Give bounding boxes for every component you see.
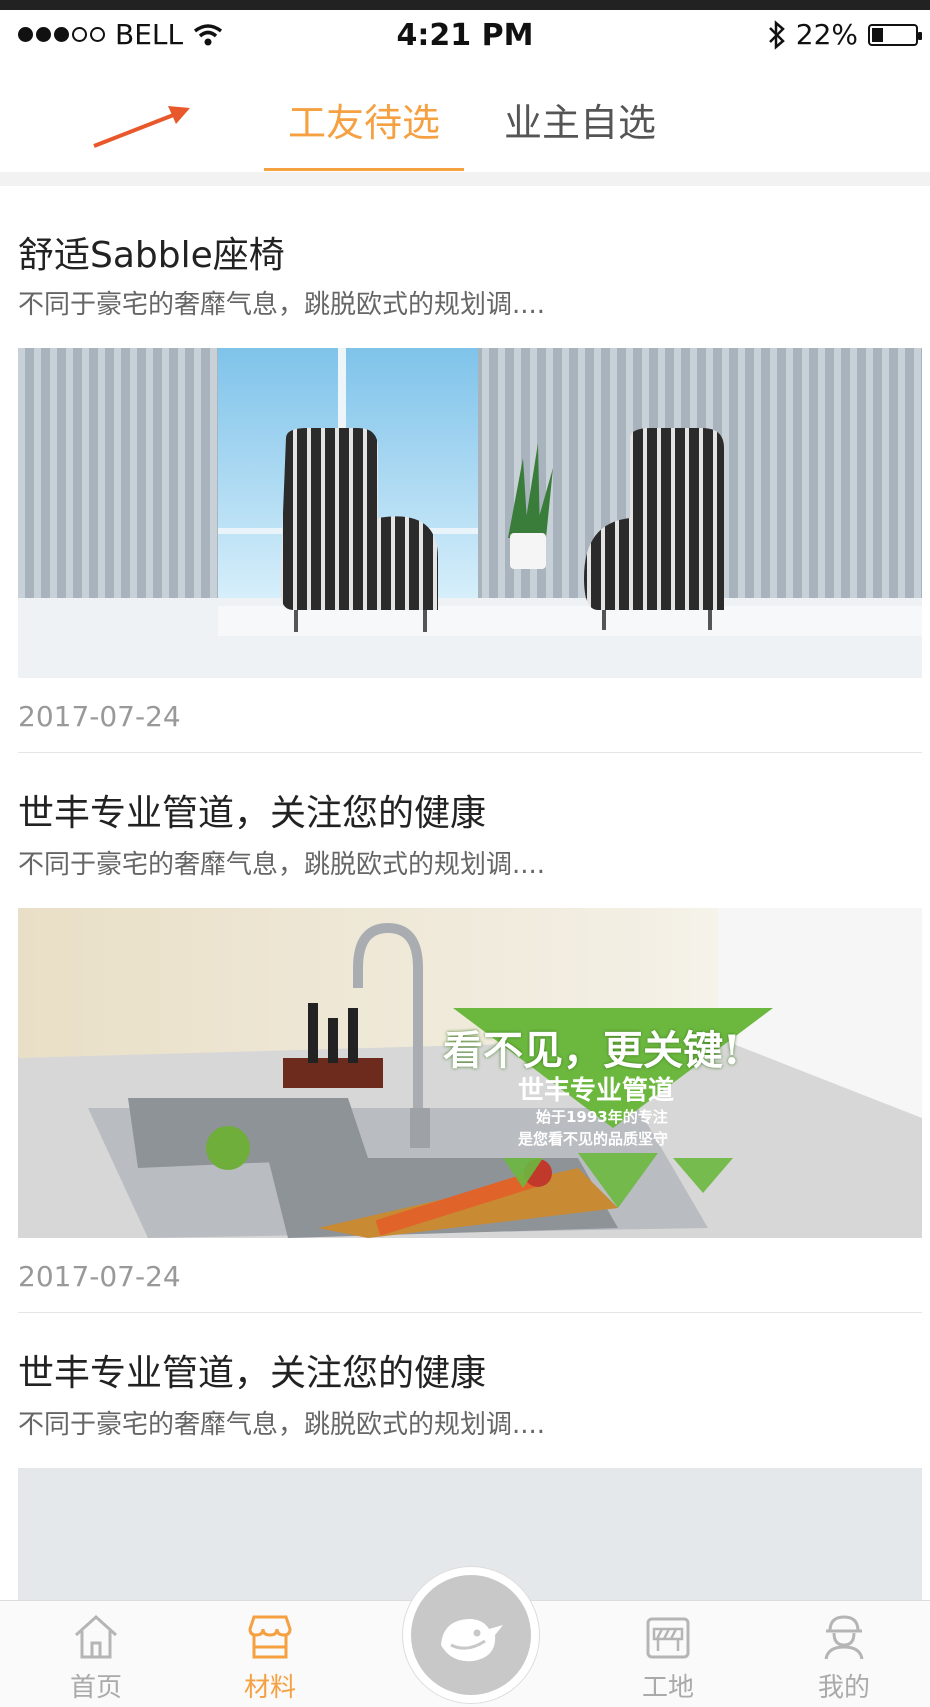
card-title: 世丰专业管道，关注您的健康 bbox=[18, 1353, 487, 1394]
active-tab-indicator bbox=[264, 168, 464, 171]
battery-icon bbox=[868, 23, 922, 46]
segment-tabs: 工友待选 业主自选 bbox=[0, 62, 930, 172]
card-divider bbox=[18, 752, 922, 753]
banner-headline: 看不见，更关键! bbox=[443, 1027, 741, 1074]
card-divider bbox=[18, 1312, 922, 1313]
nav-home[interactable]: 首页 bbox=[36, 1601, 156, 1707]
nav-site[interactable]: 工地 bbox=[608, 1601, 728, 1707]
card-description: 不同于豪宅的奢靡气息，跳脱欧式的规划调.... bbox=[18, 850, 546, 880]
home-icon bbox=[74, 1614, 118, 1659]
card-title: 舒适Sabble座椅 bbox=[18, 235, 285, 276]
bluetooth-icon bbox=[768, 19, 785, 50]
card-image-sink-banner: 看不见，更关键! 世丰专业管道 始于1993年的专注 是您看不见的品质坚守 bbox=[18, 908, 922, 1238]
nav-mine[interactable]: 我的 bbox=[784, 1601, 904, 1707]
banner-line2: 是您看不见的品质坚守 bbox=[518, 1130, 669, 1148]
section-divider bbox=[0, 172, 930, 186]
nav-mine-label: 我的 bbox=[817, 1673, 870, 1703]
nav-materials-label: 材料 bbox=[243, 1673, 296, 1703]
bird-logo-icon bbox=[441, 1619, 503, 1662]
banner-brand: 世丰专业管道 bbox=[518, 1076, 675, 1106]
battery-percent: 22% bbox=[795, 18, 858, 51]
nav-materials[interactable]: 材料 bbox=[210, 1601, 330, 1707]
tab-worker-picks[interactable]: 工友待选 bbox=[264, 92, 464, 147]
store-icon bbox=[248, 1615, 292, 1659]
card-description: 不同于豪宅的奢靡气息，跳脱欧式的规划调.... bbox=[18, 1410, 546, 1440]
tab-owner-picks[interactable]: 业主自选 bbox=[480, 92, 680, 147]
card-image-armchairs bbox=[18, 348, 922, 678]
card-description: 不同于豪宅的奢靡气息，跳脱欧式的规划调.... bbox=[18, 290, 546, 320]
status-right: 22% bbox=[768, 18, 922, 51]
card-title: 世丰专业管道，关注您的健康 bbox=[18, 793, 487, 834]
top-edge bbox=[0, 0, 930, 10]
status-bar: BELL 4:21 PM 22% bbox=[0, 10, 930, 62]
nav-site-label: 工地 bbox=[641, 1673, 694, 1703]
construction-icon bbox=[646, 1617, 690, 1659]
card-date: 2017-07-24 bbox=[18, 1260, 181, 1293]
card-date: 2017-07-24 bbox=[18, 700, 181, 733]
material-feed: 舒适Sabble座椅 不同于豪宅的奢靡气息，跳脱欧式的规划调.... 2017-… bbox=[0, 186, 930, 1600]
worker-icon bbox=[824, 1615, 864, 1660]
nav-home-label: 首页 bbox=[69, 1673, 122, 1703]
center-action-button[interactable] bbox=[402, 1566, 540, 1704]
annotation-arrow-icon bbox=[93, 106, 190, 148]
banner-line1: 始于1993年的专注 bbox=[536, 1108, 668, 1126]
